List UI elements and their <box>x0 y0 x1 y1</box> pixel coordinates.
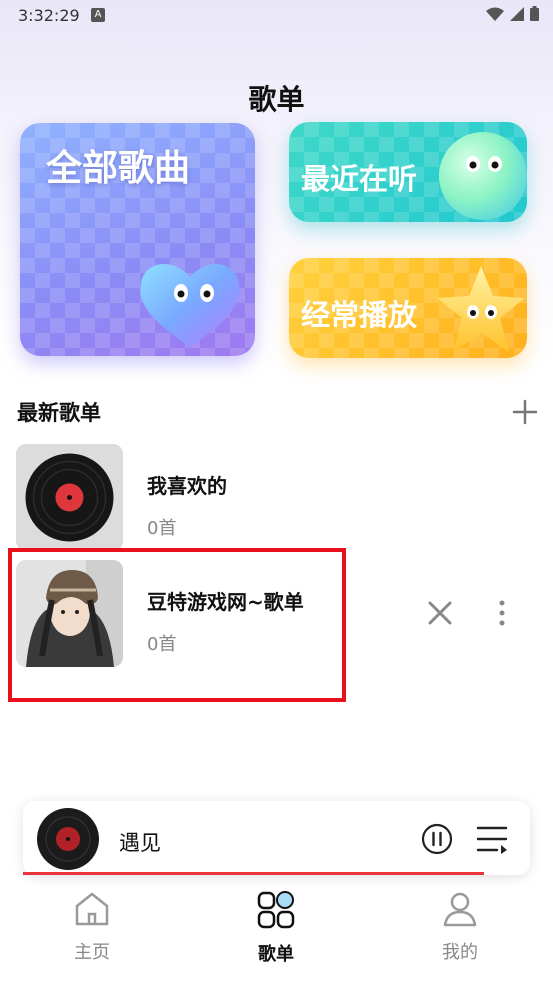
playlist-count: 0首 <box>147 518 177 539</box>
playlist-grid-icon <box>257 891 295 929</box>
selection-highlight <box>8 548 346 702</box>
frequent-label: 经常播放 <box>301 298 418 332</box>
status-icons <box>486 6 539 21</box>
vinyl-record-icon <box>16 444 123 551</box>
status-bar: 3:32:29 A <box>0 0 553 32</box>
battery-icon <box>530 6 539 21</box>
signal-icon <box>510 6 524 21</box>
notification-icon: A <box>91 8 105 22</box>
tab-me-label: 我的 <box>442 942 478 963</box>
recent-card[interactable]: 最近在听 <box>289 122 527 222</box>
all-songs-label: 全部歌曲 <box>46 148 191 189</box>
playlist-row[interactable]: 我喜欢的 0首 <box>0 444 553 552</box>
page-title: 歌单 <box>248 83 305 116</box>
user-icon <box>443 892 477 927</box>
blob-mascot-icon <box>439 132 527 220</box>
tab-home-label: 主页 <box>74 942 110 963</box>
playlist-queue-icon[interactable] <box>475 823 509 855</box>
status-time: 3:32:29 <box>18 6 80 25</box>
frequent-card[interactable]: 经常播放 <box>289 258 527 358</box>
tab-playlist-label: 歌单 <box>258 944 294 965</box>
recent-label: 最近在听 <box>301 162 418 196</box>
tab-me[interactable]: 我的 <box>400 890 520 970</box>
player-progress-bar <box>23 872 485 875</box>
player-song-title: 遇见 <box>119 831 161 855</box>
tab-home[interactable]: 主页 <box>32 890 152 970</box>
bottom-tab-bar: 主页 歌单 我的 <box>0 876 553 984</box>
more-vertical-icon[interactable] <box>490 598 514 628</box>
star-mascot-icon <box>437 266 525 352</box>
close-icon[interactable] <box>425 598 455 628</box>
mini-player[interactable]: 遇见 <box>23 801 530 875</box>
vinyl-disc-icon <box>38 809 98 869</box>
home-icon <box>75 892 109 926</box>
playlist-cover <box>16 444 123 551</box>
tab-playlist[interactable]: 歌单 <box>216 890 336 970</box>
all-songs-card[interactable]: 全部歌曲 <box>20 123 255 356</box>
section-title: 最新歌单 <box>17 401 101 425</box>
pause-icon[interactable] <box>421 823 453 855</box>
player-disc <box>37 808 99 870</box>
playlist-name: 我喜欢的 <box>147 474 227 498</box>
plus-icon[interactable] <box>510 397 540 427</box>
wifi-icon <box>486 7 504 21</box>
heart-mascot-icon <box>140 264 240 347</box>
